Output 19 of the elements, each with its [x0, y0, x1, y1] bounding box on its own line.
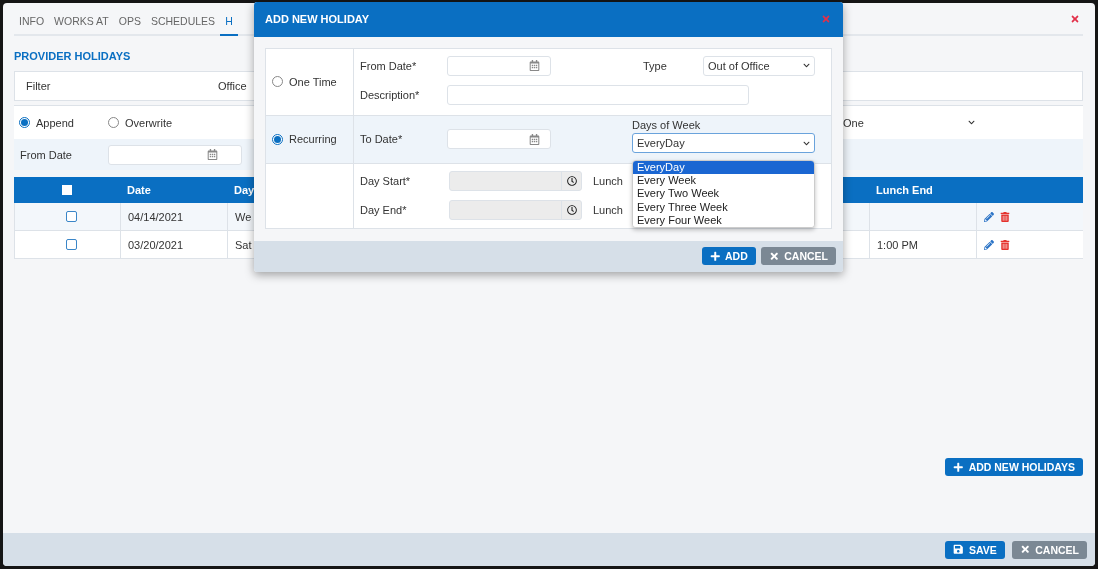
from-date-label: From Date [20, 148, 73, 161]
lunch-label: Lunch [593, 204, 623, 217]
table-cell: 03/20/2021 [120, 231, 227, 259]
days-of-week-label: Days of Week [632, 119, 702, 132]
from-date-label: From Date* [360, 59, 418, 72]
description-label: Description* [360, 88, 421, 101]
dialog-title: ADD NEW HOLIDAY [265, 13, 370, 26]
day-end-label: Day End* [360, 204, 408, 217]
column-header: Lunch End [869, 177, 976, 203]
to-date-label: To Date* [360, 133, 404, 146]
lunch-label: Lunch [593, 175, 623, 188]
table-cell: 04/14/2021 [120, 203, 227, 231]
day-start-label: Day Start* [360, 175, 412, 188]
section-title: PROVIDER HOLIDAYS [14, 50, 132, 62]
column-header: Date [120, 177, 227, 203]
table-cell: 1:00 PM [869, 231, 976, 259]
type-label: Type [643, 59, 668, 72]
office-label: Office [218, 80, 247, 92]
filter-label: Filter [26, 80, 52, 92]
